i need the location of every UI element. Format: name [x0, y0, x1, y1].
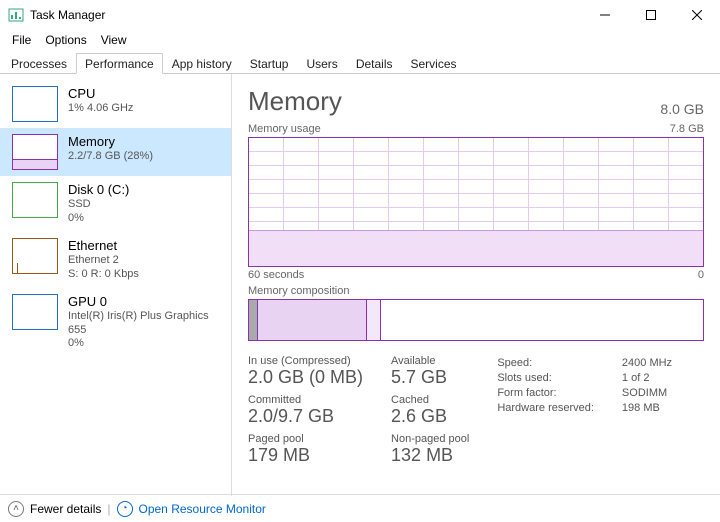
sidebar-gpu-title: GPU 0	[68, 294, 223, 310]
committed-label: Committed	[248, 394, 363, 406]
reserved-label: Hardware reserved:	[497, 402, 594, 414]
slots-label: Slots used:	[497, 372, 594, 384]
sidebar-item-disk[interactable]: Disk 0 (C:) SSD 0%	[0, 176, 231, 232]
menubar: File Options View	[0, 30, 720, 50]
axis-left: 60 seconds	[248, 269, 304, 281]
tab-services[interactable]: Services	[402, 53, 466, 74]
in-use-label: In use (Compressed)	[248, 355, 363, 367]
sidebar-memory-sub: 2.2/7.8 GB (28%)	[68, 150, 153, 164]
tab-performance[interactable]: Performance	[76, 53, 163, 74]
sidebar-gpu-sub1: Intel(R) Iris(R) Plus Graphics 655	[68, 310, 223, 338]
cached-value: 2.6 GB	[391, 406, 469, 427]
sidebar-eth-sub1: Ethernet 2	[68, 254, 139, 268]
menu-view[interactable]: View	[95, 31, 133, 49]
resource-monitor-icon[interactable]: ◔	[117, 501, 133, 517]
sidebar-item-ethernet[interactable]: Ethernet Ethernet 2 S: 0 R: 0 Kbps	[0, 232, 231, 288]
reserved-value: 198 MB	[622, 402, 672, 414]
close-button[interactable]	[674, 0, 720, 30]
sidebar-item-cpu[interactable]: CPU 1% 4.06 GHz	[0, 80, 231, 128]
tab-users[interactable]: Users	[297, 53, 346, 74]
available-value: 5.7 GB	[391, 367, 469, 388]
taskmgr-icon	[8, 7, 24, 23]
sidebar-disk-sub1: SSD	[68, 198, 129, 212]
menu-file[interactable]: File	[6, 31, 37, 49]
memory-mini-graph	[12, 134, 58, 170]
sidebar: CPU 1% 4.06 GHz Memory 2.2/7.8 GB (28%) …	[0, 74, 232, 496]
slots-value: 1 of 2	[622, 372, 672, 384]
cached-label: Cached	[391, 394, 469, 406]
open-resource-monitor-link[interactable]: Open Resource Monitor	[139, 502, 266, 516]
in-use-value: 2.0 GB (0 MB)	[248, 367, 363, 388]
sidebar-disk-sub2: 0%	[68, 212, 129, 226]
sidebar-cpu-sub: 1% 4.06 GHz	[68, 102, 133, 116]
tab-details[interactable]: Details	[347, 53, 402, 74]
window-title: Task Manager	[30, 8, 105, 22]
footer: ˄ Fewer details | ◔ Open Resource Monito…	[0, 494, 720, 522]
minimize-button[interactable]	[582, 0, 628, 30]
gpu-mini-graph	[12, 294, 58, 330]
nonpaged-value: 132 MB	[391, 445, 469, 466]
sidebar-cpu-title: CPU	[68, 86, 133, 102]
sidebar-disk-title: Disk 0 (C:)	[68, 182, 129, 198]
disk-mini-graph	[12, 182, 58, 218]
menu-options[interactable]: Options	[39, 31, 92, 49]
tab-app-history[interactable]: App history	[163, 53, 241, 74]
sidebar-eth-sub2: S: 0 R: 0 Kbps	[68, 268, 139, 282]
paged-value: 179 MB	[248, 445, 363, 466]
speed-label: Speed:	[497, 357, 594, 369]
form-label: Form factor:	[497, 387, 594, 399]
paged-label: Paged pool	[248, 433, 363, 445]
page-title: Memory	[248, 86, 342, 117]
speed-value: 2400 MHz	[622, 357, 672, 369]
axis-right: 0	[698, 269, 704, 281]
nonpaged-label: Non-paged pool	[391, 433, 469, 445]
main-panel: Memory 8.0 GB Memory usage 7.8 GB 60 sec…	[232, 74, 720, 496]
graph1-label: Memory usage	[248, 123, 321, 135]
form-value: SODIMM	[622, 387, 672, 399]
tab-processes[interactable]: Processes	[2, 53, 76, 74]
fewer-details-link[interactable]: Fewer details	[30, 502, 101, 516]
graph1-max: 7.8 GB	[670, 123, 704, 135]
sidebar-gpu-sub2: 0%	[68, 337, 223, 351]
memory-capacity: 8.0 GB	[660, 101, 704, 117]
tab-startup[interactable]: Startup	[241, 53, 298, 74]
titlebar: Task Manager	[0, 0, 720, 30]
graph2-label: Memory composition	[248, 285, 349, 297]
sidebar-item-memory[interactable]: Memory 2.2/7.8 GB (28%)	[0, 128, 231, 176]
sidebar-eth-title: Ethernet	[68, 238, 139, 254]
memory-usage-graph	[248, 137, 704, 267]
tab-bar: Processes Performance App history Startu…	[0, 52, 720, 74]
maximize-button[interactable]	[628, 0, 674, 30]
cpu-mini-graph	[12, 86, 58, 122]
available-label: Available	[391, 355, 469, 367]
sidebar-memory-title: Memory	[68, 134, 153, 150]
memory-composition-graph	[248, 299, 704, 341]
ethernet-mini-graph	[12, 238, 58, 274]
chevron-up-icon[interactable]: ˄	[8, 501, 24, 517]
committed-value: 2.0/9.7 GB	[248, 406, 363, 427]
sidebar-item-gpu[interactable]: GPU 0 Intel(R) Iris(R) Plus Graphics 655…	[0, 288, 231, 358]
